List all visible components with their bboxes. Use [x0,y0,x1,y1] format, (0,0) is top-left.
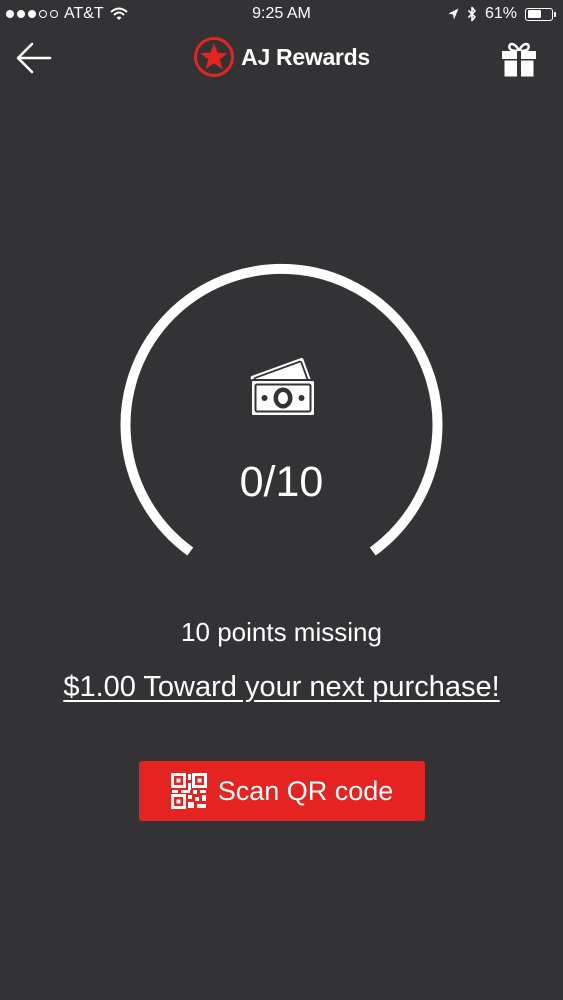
battery-fill [527,10,541,18]
battery-percent: 61% [484,5,517,22]
page-title: AJ Rewards [241,43,370,70]
reward-offer-link[interactable]: $1.00 Toward your next purchase! [0,671,563,704]
gift-icon [502,42,536,77]
points-value: 0/10 [239,458,324,506]
star-logo-icon [194,37,235,77]
location-arrow-icon [448,8,459,20]
qr-code-icon [170,773,207,809]
cash-icon [245,357,321,422]
status-right: 61% [448,5,556,23]
gift-button[interactable] [499,38,539,78]
scan-qr-button[interactable]: Scan QR code [139,761,425,821]
nav-bar: AJ Rewards [0,30,563,88]
scan-qr-label: Scan QR code [217,775,394,806]
points-missing-text: 10 points missing [181,617,382,647]
bluetooth-icon [467,6,476,22]
status-bar: AT&T 9:25 AM 61% [0,0,563,30]
brand: AJ Rewards [0,36,563,78]
battery-icon [525,7,556,21]
